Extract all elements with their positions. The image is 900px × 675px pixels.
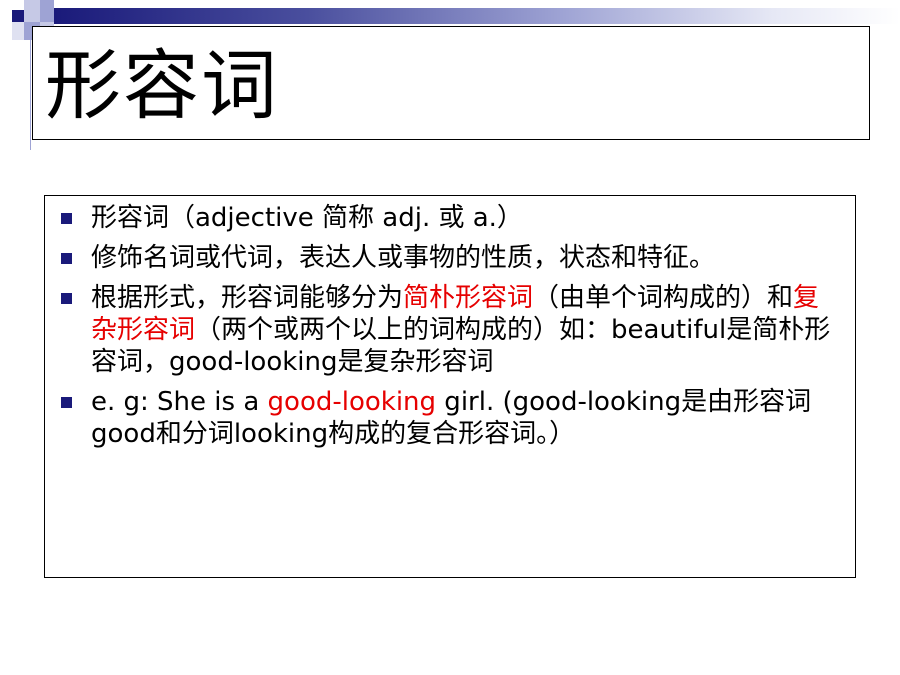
bullet-text: e. g: She is a [91, 387, 268, 417]
bullet-text: （两个或两个以上的词构成的）如：beautiful是简朴形容词，good-loo… [91, 315, 831, 377]
square-bullet-icon [61, 293, 72, 304]
bullet-text: 根据形式，形容词能够分为 [91, 283, 404, 313]
corner-square-dark [12, 10, 24, 22]
square-bullet-icon [61, 397, 72, 408]
content-box: 形容词（adjective 简称 adj. 或 a.） 修饰名词或代词，表达人或… [44, 195, 856, 578]
bullet-item-definition: 形容词（adjective 简称 adj. 或 a.） [45, 202, 855, 234]
highlight-simple-adjective: 简朴形容词 [403, 283, 534, 313]
corner-square-pale [12, 22, 24, 40]
title-box: 形容词 [32, 26, 870, 140]
corner-square-mid [40, 0, 54, 22]
highlight-example-word: good-looking [267, 387, 437, 417]
bullet-item-example: e. g: She is a good-looking girl. (good-… [45, 386, 855, 450]
bullet-item-forms: 根据形式，形容词能够分为简朴形容词（由单个词构成的）和复杂形容词（两个或两个以上… [45, 282, 855, 378]
corner-square-light [24, 0, 40, 22]
left-accent-line [30, 40, 31, 150]
top-gradient-bar [54, 8, 900, 24]
bullet-text: 修饰名词或代词，表达人或事物的性质，状态和特征。 [91, 243, 716, 273]
bullet-text: （由单个词构成的）和 [533, 283, 794, 313]
slide-title: 形容词 [45, 41, 279, 130]
bullet-item-function: 修饰名词或代词，表达人或事物的性质，状态和特征。 [45, 242, 855, 274]
square-bullet-icon [61, 253, 72, 264]
bullet-text: 形容词（adjective 简称 adj. 或 a.） [91, 203, 523, 233]
square-bullet-icon [61, 213, 72, 224]
bullet-list: 形容词（adjective 简称 adj. 或 a.） 修饰名词或代词，表达人或… [45, 202, 855, 458]
